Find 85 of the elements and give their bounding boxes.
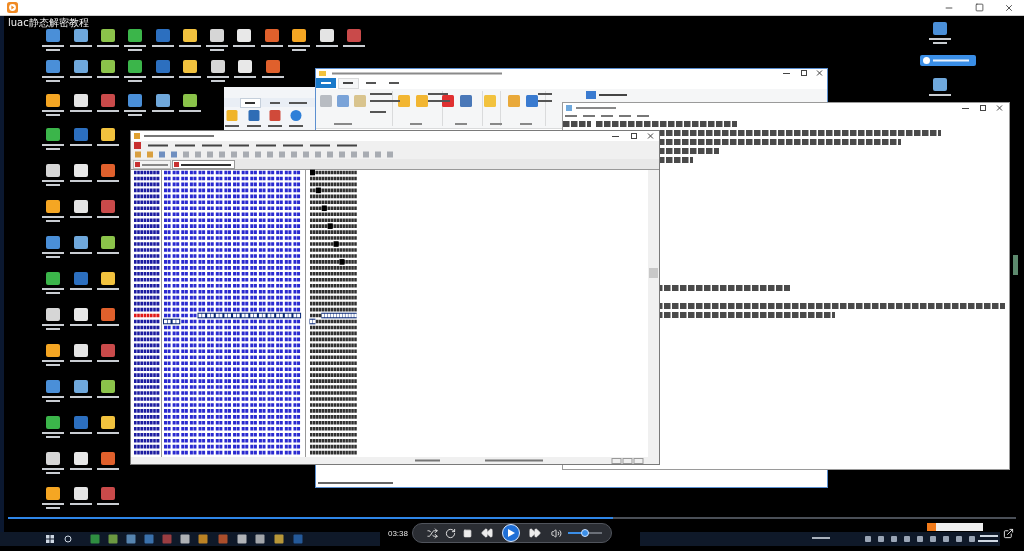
upload-button-drawing xyxy=(920,55,976,66)
desktop-shortcut-drawing xyxy=(70,164,92,182)
desktop-shortcut-drawing xyxy=(929,22,951,44)
desktop-shortcut-drawing xyxy=(42,272,64,294)
video-title: luac静态解密教程 xyxy=(8,17,89,28)
desktop-shortcut-drawing xyxy=(70,94,92,112)
play-icon xyxy=(507,529,515,537)
desktop-shortcut-drawing xyxy=(70,452,92,470)
desktop-shortcut-drawing xyxy=(70,487,92,505)
volume-button[interactable] xyxy=(550,526,562,540)
expand-icon xyxy=(1002,527,1014,539)
desktop-shortcut-drawing xyxy=(233,29,255,47)
desktop-shortcut-drawing xyxy=(70,200,92,218)
desktop-shortcut-drawing xyxy=(42,236,64,258)
desktop-shortcut-drawing xyxy=(70,60,92,78)
desktop-shortcut-drawing xyxy=(42,308,64,330)
desktop-shortcut-drawing xyxy=(42,416,64,438)
desktop-shortcut-drawing xyxy=(207,60,229,82)
desktop-shortcut-drawing xyxy=(124,94,146,116)
desktop-shortcut-drawing xyxy=(42,164,64,186)
desktop-shortcut-drawing xyxy=(70,128,92,146)
volume-icon xyxy=(550,527,562,539)
desktop-shortcut-drawing xyxy=(70,308,92,326)
shuffle-button[interactable] xyxy=(426,526,438,540)
desktop-shortcut-drawing xyxy=(124,60,146,82)
desktop-shortcut-drawing xyxy=(179,29,201,47)
volume-thumb[interactable] xyxy=(581,529,589,537)
desktop-shortcut-drawing xyxy=(97,452,119,470)
desktop-shortcut-drawing xyxy=(42,60,64,82)
play-button[interactable] xyxy=(502,524,520,542)
desktop-shortcut-drawing xyxy=(97,344,119,362)
desktop-shortcut-drawing xyxy=(206,29,228,51)
desktop-shortcut-drawing xyxy=(97,236,119,254)
fullscreen-button[interactable] xyxy=(1002,527,1014,539)
desktop-shortcut-drawing xyxy=(97,416,119,434)
desktop-shortcut-drawing xyxy=(152,29,174,47)
rewind-icon xyxy=(481,527,493,539)
stop-button[interactable] xyxy=(462,526,472,540)
desktop-shortcut-drawing xyxy=(42,200,64,222)
desktop-shortcut-drawing xyxy=(42,344,64,366)
desktop-shortcut-drawing xyxy=(42,128,64,150)
desktop-shortcut-drawing xyxy=(124,29,146,51)
desktop-shortcut-drawing xyxy=(42,487,64,509)
desktop-shortcut-drawing xyxy=(179,60,201,78)
desktop-shortcut-drawing xyxy=(70,236,92,254)
shuffle-icon xyxy=(426,527,438,539)
desktop-shortcut-drawing xyxy=(97,94,119,112)
desktop-shortcut-drawing xyxy=(97,487,119,505)
rewind-button[interactable] xyxy=(478,526,496,540)
desktop-shortcut-drawing xyxy=(97,200,119,218)
desktop-shortcut-drawing xyxy=(42,452,64,474)
fast-forward-icon xyxy=(529,527,541,539)
desktop-shortcut-drawing xyxy=(262,60,284,78)
desktop-shortcut-drawing xyxy=(42,94,64,116)
desktop-shortcut-drawing xyxy=(152,60,174,78)
desktop-shortcut-drawing xyxy=(343,29,365,47)
desktop-shortcut-drawing xyxy=(97,380,119,398)
desktop-shortcut-drawing xyxy=(97,272,119,290)
desktop-shortcut-drawing xyxy=(97,164,119,182)
repeat-icon xyxy=(444,527,456,539)
desktop-shortcut-drawing xyxy=(70,380,92,398)
close-icon xyxy=(1004,2,1014,13)
desktop-shortcut-drawing xyxy=(97,128,119,146)
repeat-button[interactable] xyxy=(444,526,456,540)
desktop-shortcut-drawing xyxy=(70,344,92,362)
desktop-shortcut-drawing xyxy=(97,60,119,78)
desktop-shortcut-drawing xyxy=(316,29,338,47)
desktop-shortcut-drawing xyxy=(179,94,201,112)
side-handle xyxy=(1013,255,1018,275)
playback-time: 03:38 xyxy=(387,528,408,538)
desktop-shortcut-drawing xyxy=(261,29,283,47)
desktop-shortcut-drawing xyxy=(152,94,174,112)
desktop-shortcut-drawing xyxy=(97,29,119,47)
desktop-shortcut-drawing xyxy=(97,308,119,326)
desktop-shortcut-drawing xyxy=(70,416,92,434)
desktop-shortcut-drawing xyxy=(234,60,256,78)
desktop-shortcut-drawing xyxy=(70,29,92,47)
desktop-shortcut-drawing xyxy=(42,380,64,402)
stop-icon xyxy=(462,528,472,538)
desktop-shortcut-drawing xyxy=(929,78,951,96)
desktop-shortcut-drawing xyxy=(288,29,310,51)
maximize-icon xyxy=(974,3,984,12)
desktop-shortcut-drawing xyxy=(70,272,92,290)
input-method-bar-drawing xyxy=(927,523,983,531)
desktop-shortcut-drawing xyxy=(42,29,64,51)
